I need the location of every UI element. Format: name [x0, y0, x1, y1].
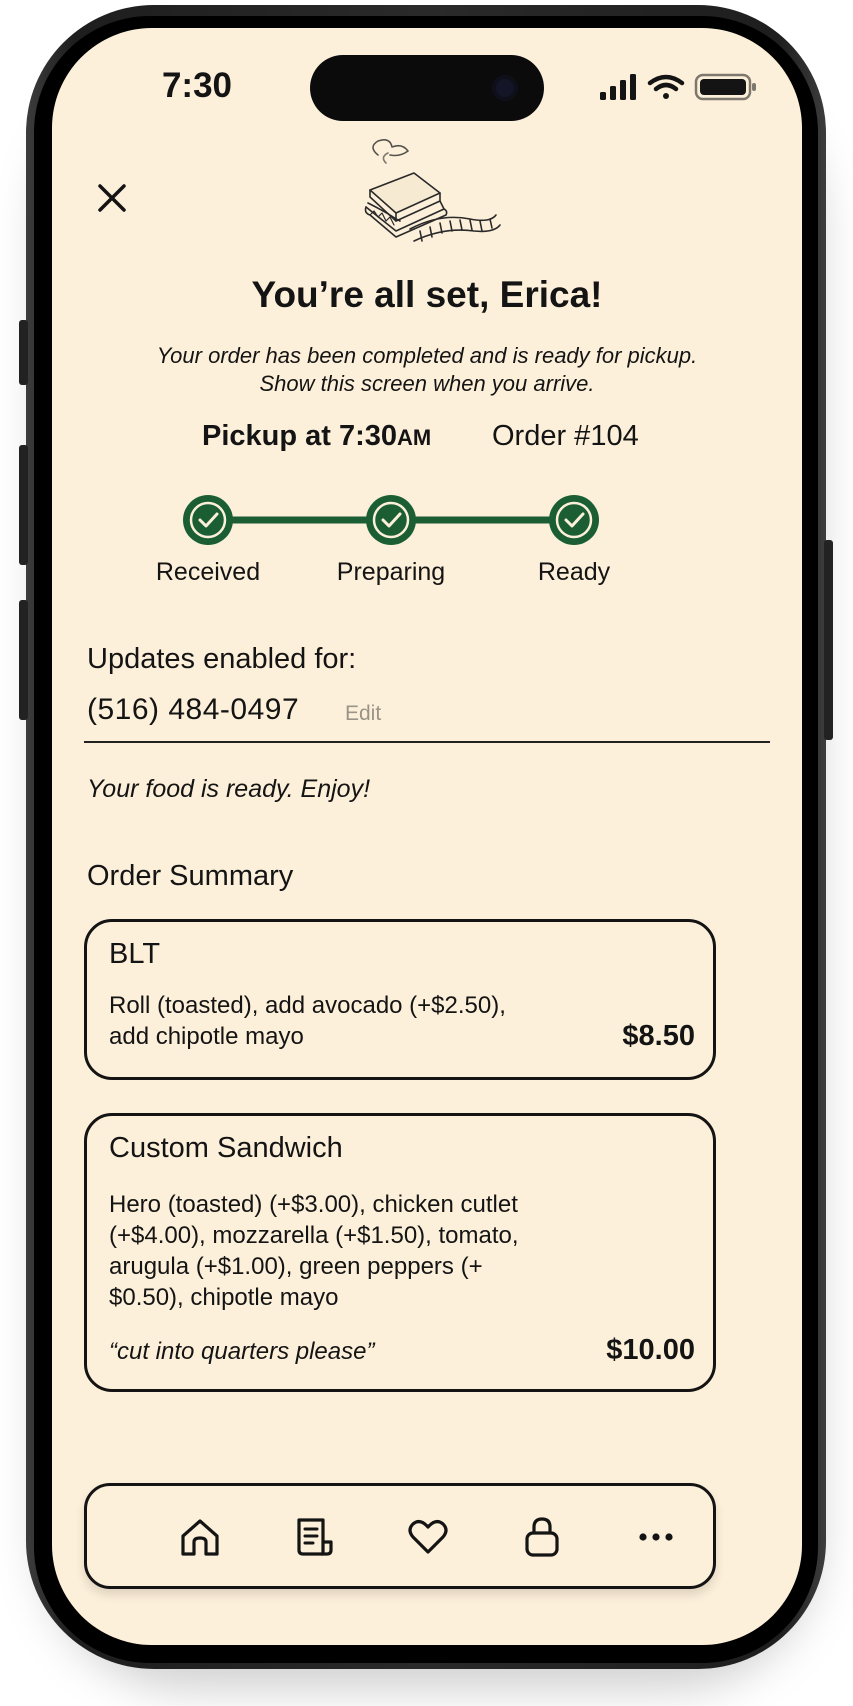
step-received-check-icon: [183, 495, 233, 545]
step-ready-check-icon: [549, 495, 599, 545]
item-name: Custom Sandwich: [109, 1132, 343, 1164]
home-icon[interactable]: [177, 1514, 223, 1560]
bottom-nav: [84, 1483, 716, 1589]
divider: [84, 741, 770, 743]
item-price: $10.00: [606, 1334, 695, 1366]
item-description-line: (+$4.00), mozzarella (+$1.50), tomato,: [109, 1222, 519, 1249]
heart-icon[interactable]: [405, 1514, 451, 1560]
item-description: Roll (toasted), add avocado (+$2.50), ad…: [109, 990, 579, 1052]
item-description-line: arugula (+$1.00), green peppers (+: [109, 1253, 483, 1280]
updates-label: Updates enabled for:: [87, 643, 357, 675]
more-icon[interactable]: [633, 1514, 679, 1560]
phone-number: (516) 484-0497: [87, 693, 300, 726]
order-summary-heading: Order Summary: [87, 860, 294, 892]
item-price: $8.50: [622, 1020, 695, 1052]
item-description-line: Hero (toasted) (+$3.00), chicken cutlet: [109, 1191, 518, 1218]
volume-down-button: [19, 600, 28, 720]
item-description: Hero (toasted) (+$3.00), chicken cutlet …: [109, 1189, 579, 1313]
mute-switch: [19, 320, 28, 385]
status-message: Your food is ready. Enjoy!: [87, 775, 371, 803]
item-description-line: add chipotle mayo: [109, 1023, 304, 1050]
item-name: BLT: [109, 938, 161, 970]
step-preparing-check-icon: [366, 495, 416, 545]
item-description-line: $0.50), chipotle mayo: [109, 1284, 339, 1311]
step-label-received: Received: [155, 558, 261, 586]
progress-tracker: [183, 495, 599, 545]
receipt-icon[interactable]: [291, 1514, 337, 1560]
step-label-preparing: Preparing: [336, 558, 446, 586]
step-label-ready: Ready: [537, 558, 611, 586]
volume-up-button: [19, 445, 28, 565]
power-button: [824, 540, 833, 740]
item-note: “cut into quarters please”: [109, 1338, 375, 1365]
edit-phone-link[interactable]: Edit: [345, 702, 381, 726]
item-description-line: Roll (toasted), add avocado (+$2.50),: [109, 992, 506, 1019]
phone-screen: 7:30 You’re all set, Erica! Your order h…: [52, 28, 802, 1645]
order-item-card[interactable]: Custom Sandwich Hero (toasted) (+$3.00),…: [84, 1113, 716, 1392]
order-item-card[interactable]: BLT Roll (toasted), add avocado (+$2.50)…: [84, 919, 716, 1080]
bag-icon[interactable]: [519, 1514, 565, 1560]
